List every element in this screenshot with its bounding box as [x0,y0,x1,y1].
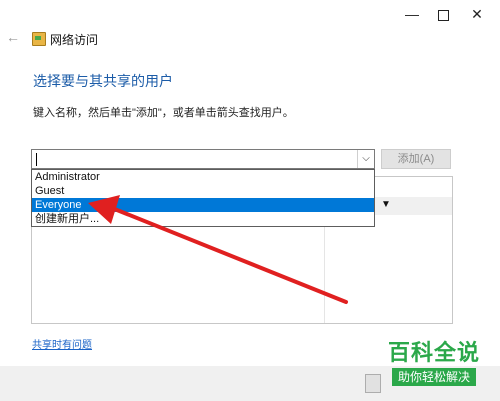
annotation-arrow-head [88,195,120,224]
watermark-title: 百科全说 [387,340,480,365]
annotation-arrow-shaft [110,206,348,304]
watermark-subtitle: 助你轻松解决 [391,368,476,386]
watermark-logo: 百科全说 助你轻松解决 [374,340,494,386]
